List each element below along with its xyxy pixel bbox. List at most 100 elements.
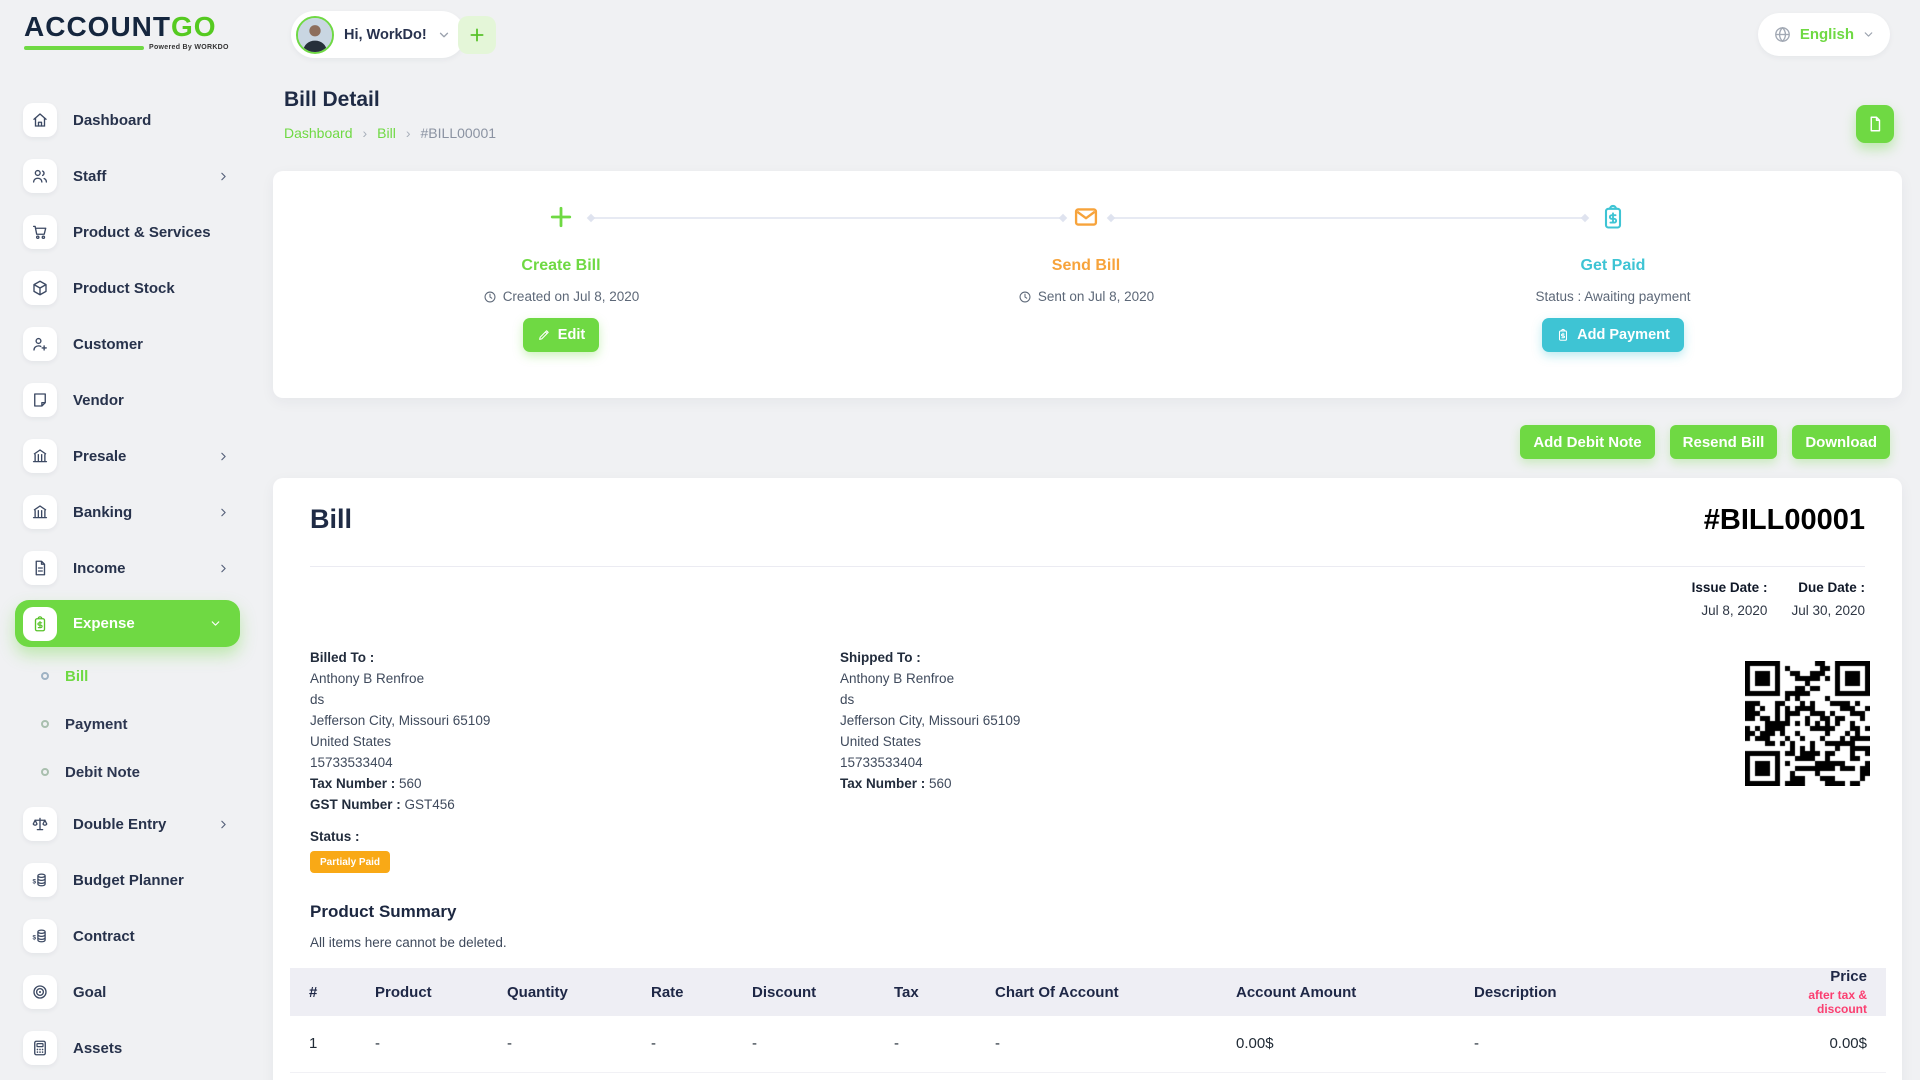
user-greeting: Hi, WorkDo! xyxy=(344,27,427,43)
download-button[interactable]: Download xyxy=(1792,425,1890,459)
sidebar-subitem-debit-note[interactable]: Debit Note xyxy=(0,748,270,796)
sidebar-item-contract[interactable]: Contract xyxy=(0,908,270,964)
qr-code xyxy=(1745,661,1870,786)
chevron-right-icon xyxy=(217,562,230,575)
user-plus-icon xyxy=(23,327,57,361)
bullet-icon xyxy=(41,768,49,776)
resend-bill-button[interactable]: Resend Bill xyxy=(1670,425,1778,459)
coins-icon xyxy=(23,919,57,953)
sidebar-subitem-payment[interactable]: Payment xyxy=(0,700,270,748)
table-cell: - xyxy=(875,1016,976,1072)
breadcrumb-current: #BILL00001 xyxy=(421,125,497,141)
price-subheader: after tax & discount xyxy=(1784,988,1867,1016)
chevron-down-icon xyxy=(1862,28,1875,41)
step-subtitle: Status : Awaiting payment xyxy=(1453,289,1773,304)
step-title: Send Bill xyxy=(926,257,1246,275)
table-header-cell: Chart Of Account xyxy=(976,968,1217,1016)
brand-logo-text: ACCOUNTGO xyxy=(24,13,239,41)
breadcrumb-bill[interactable]: Bill xyxy=(377,125,396,141)
step-send-bill: Send Bill Sent on Jul 8, 2020 xyxy=(926,171,1246,304)
table-cell: - xyxy=(976,1016,1217,1072)
table-cell: - xyxy=(488,1016,632,1072)
bill-actions: Add Debit Note Resend Bill Download xyxy=(1520,425,1890,459)
add-payment-button[interactable]: Add Payment xyxy=(1542,318,1684,352)
sidebar-item-staff[interactable]: Staff xyxy=(0,148,270,204)
plus-icon xyxy=(401,203,721,233)
user-menu[interactable]: Hi, WorkDo! xyxy=(291,11,465,58)
table-cell: - xyxy=(632,1016,733,1072)
sidebar-item-dashboard[interactable]: Dashboard xyxy=(0,92,270,148)
table-header-cell: Quantity xyxy=(488,968,632,1016)
quick-add-button[interactable] xyxy=(458,16,496,54)
table-header-cell: Product xyxy=(356,968,488,1016)
sidebar-item-double-entry[interactable]: Double Entry xyxy=(0,796,270,852)
sidebar-item-product-services[interactable]: Product & Services xyxy=(0,204,270,260)
sidebar-item-income[interactable]: Income xyxy=(0,540,270,596)
sidebar-item-banking[interactable]: Banking xyxy=(0,484,270,540)
users-icon xyxy=(23,159,57,193)
sidebar-item-goal[interactable]: Goal xyxy=(0,964,270,1020)
chevron-down-icon xyxy=(209,617,222,630)
table-cell: - xyxy=(356,1016,488,1072)
calculator-icon xyxy=(23,1031,57,1065)
sidebar-item-customer[interactable]: Customer xyxy=(0,316,270,372)
coins-icon xyxy=(23,863,57,897)
sidebar-item-product-stock[interactable]: Product Stock xyxy=(0,260,270,316)
divider xyxy=(310,566,1865,567)
add-debit-note-button[interactable]: Add Debit Note xyxy=(1520,425,1654,459)
step-title: Create Bill xyxy=(401,257,721,275)
product-summary-note: All items here cannot be deleted. xyxy=(310,935,507,950)
bank-icon xyxy=(23,439,57,473)
product-summary-table: # Product Quantity Rate Discount Tax Cha… xyxy=(290,968,1886,1073)
sidebar-item-vendor[interactable]: Vendor xyxy=(0,372,270,428)
bill-dates: Issue Date : Jul 8, 2020 Due Date : Jul … xyxy=(1692,580,1865,618)
box-icon xyxy=(23,271,57,305)
shipped-to-name: Anthony B Renfroe xyxy=(840,668,1020,689)
clipboard-icon xyxy=(1556,328,1570,342)
clipboard-dollar-icon xyxy=(23,607,57,641)
table-header-row: # Product Quantity Rate Discount Tax Cha… xyxy=(290,968,1886,1016)
scale-icon xyxy=(23,807,57,841)
bullet-icon xyxy=(41,720,49,728)
brand-logo[interactable]: ACCOUNTGO Powered By WORKDO xyxy=(24,13,239,51)
export-document-button[interactable] xyxy=(1856,105,1894,143)
sidebar-item-expense[interactable]: Expense xyxy=(0,596,270,652)
edit-bill-button[interactable]: Edit xyxy=(523,318,599,352)
billed-to-name: Anthony B Renfroe xyxy=(310,668,490,689)
brand-underline xyxy=(24,46,144,50)
sidebar-item-presale[interactable]: Presale xyxy=(0,428,270,484)
table-cell: 1 xyxy=(290,1016,356,1072)
chevron-right-icon xyxy=(217,506,230,519)
table-header-cell: # xyxy=(290,968,356,1016)
status-badge: Partialy Paid xyxy=(310,851,390,873)
sidebar-item-budget-planner[interactable]: Budget Planner xyxy=(0,852,270,908)
table-header-cell: Rate xyxy=(632,968,733,1016)
billed-to-block: Billed To : Anthony B Renfroe ds Jeffers… xyxy=(310,647,490,815)
user-avatar xyxy=(296,16,334,54)
due-date-label: Due Date : xyxy=(1791,580,1865,595)
table-cell: 0.00$ xyxy=(1217,1016,1455,1072)
cart-icon xyxy=(23,215,57,249)
file-icon xyxy=(23,551,57,585)
language-selector[interactable]: English xyxy=(1758,13,1890,56)
breadcrumb-separator: › xyxy=(363,125,368,141)
brand-powered-by: Powered By WORKDO xyxy=(149,44,229,51)
plus-icon xyxy=(468,26,486,44)
table-header-cell: Description xyxy=(1455,968,1765,1016)
language-label: English xyxy=(1800,26,1854,43)
chevron-right-icon xyxy=(217,170,230,183)
sidebar-subitem-bill[interactable]: Bill xyxy=(0,652,270,700)
due-date-value: Jul 30, 2020 xyxy=(1791,603,1865,618)
step-create-bill: Create Bill Created on Jul 8, 2020 Edit xyxy=(401,171,721,352)
globe-icon xyxy=(1773,25,1792,44)
breadcrumb-dashboard[interactable]: Dashboard xyxy=(284,125,353,141)
document-icon xyxy=(1866,115,1884,133)
table-cell: - xyxy=(733,1016,875,1072)
sidebar: Dashboard Staff Product & Services Produ… xyxy=(0,70,270,1080)
sidebar-item-assets[interactable]: Assets xyxy=(0,1020,270,1076)
table-cell: - xyxy=(1455,1016,1765,1072)
step-get-paid: Get Paid Status : Awaiting payment Add P… xyxy=(1453,171,1773,352)
bullet-icon xyxy=(41,672,49,680)
shipped-to-block: Shipped To : Anthony B Renfroe ds Jeffer… xyxy=(840,647,1020,794)
chevron-down-icon xyxy=(437,28,451,42)
